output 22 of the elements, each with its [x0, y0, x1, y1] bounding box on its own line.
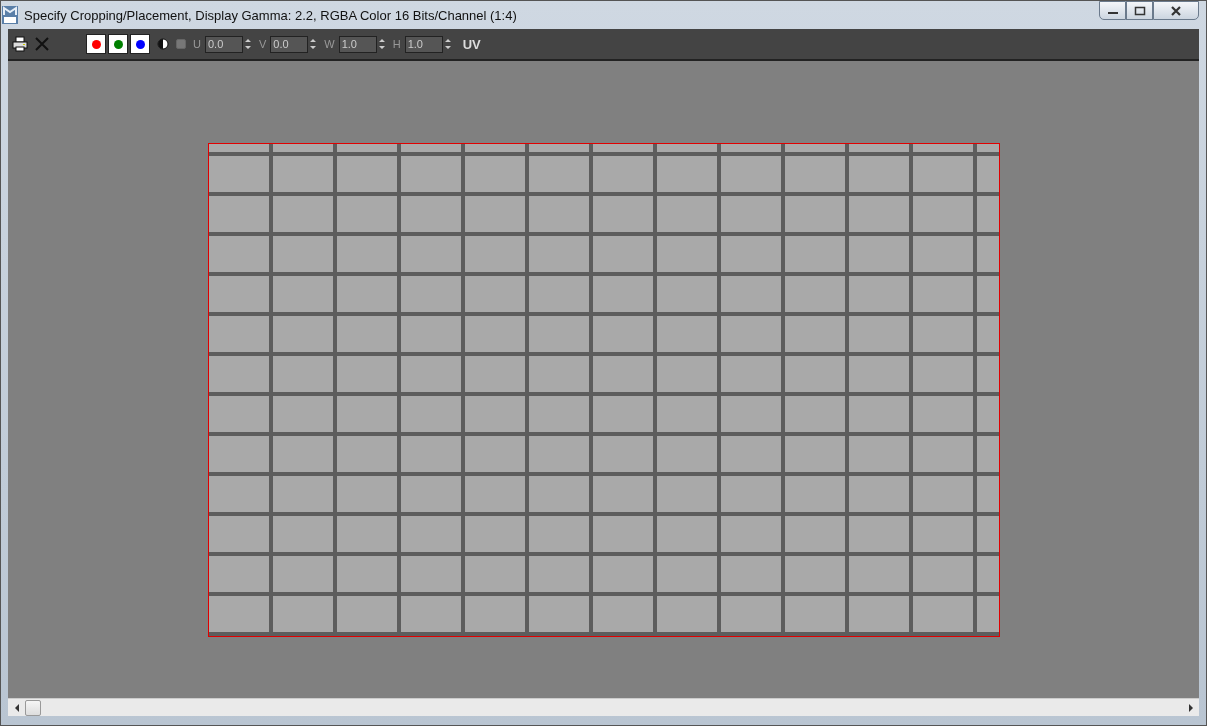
field-label: V [258, 38, 267, 50]
field-label: W [324, 38, 335, 50]
scrollbar-thumb[interactable] [25, 699, 41, 716]
channel-toggle-button[interactable] [130, 34, 150, 54]
number-field[interactable]: 0.0 [204, 35, 243, 53]
app-logo-icon [2, 6, 18, 24]
maximize-icon [1133, 5, 1146, 16]
field-label: H [392, 38, 401, 50]
number-field[interactable]: 0.0 [270, 35, 309, 53]
maximize-button[interactable] [1126, 1, 1153, 20]
contrast-icon[interactable] [157, 38, 169, 50]
mode-label: UV [462, 36, 481, 52]
close-icon [1170, 5, 1182, 16]
window-title: Specify Cropping/Placement, Display Gamma: 2.2, RGBA Color 16 Bits/Channel (1:4) [24, 7, 517, 23]
number-field[interactable]: 1.0 [404, 35, 443, 53]
field-label: U [193, 38, 201, 50]
channel-toggle-button[interactable] [86, 34, 106, 54]
close-button[interactable] [1153, 1, 1199, 20]
number-field[interactable]: 1.0 [338, 35, 377, 53]
minimize-button[interactable] [1099, 1, 1126, 20]
channel-toggle-button[interactable] [108, 34, 128, 54]
printer-icon[interactable] [12, 36, 28, 52]
